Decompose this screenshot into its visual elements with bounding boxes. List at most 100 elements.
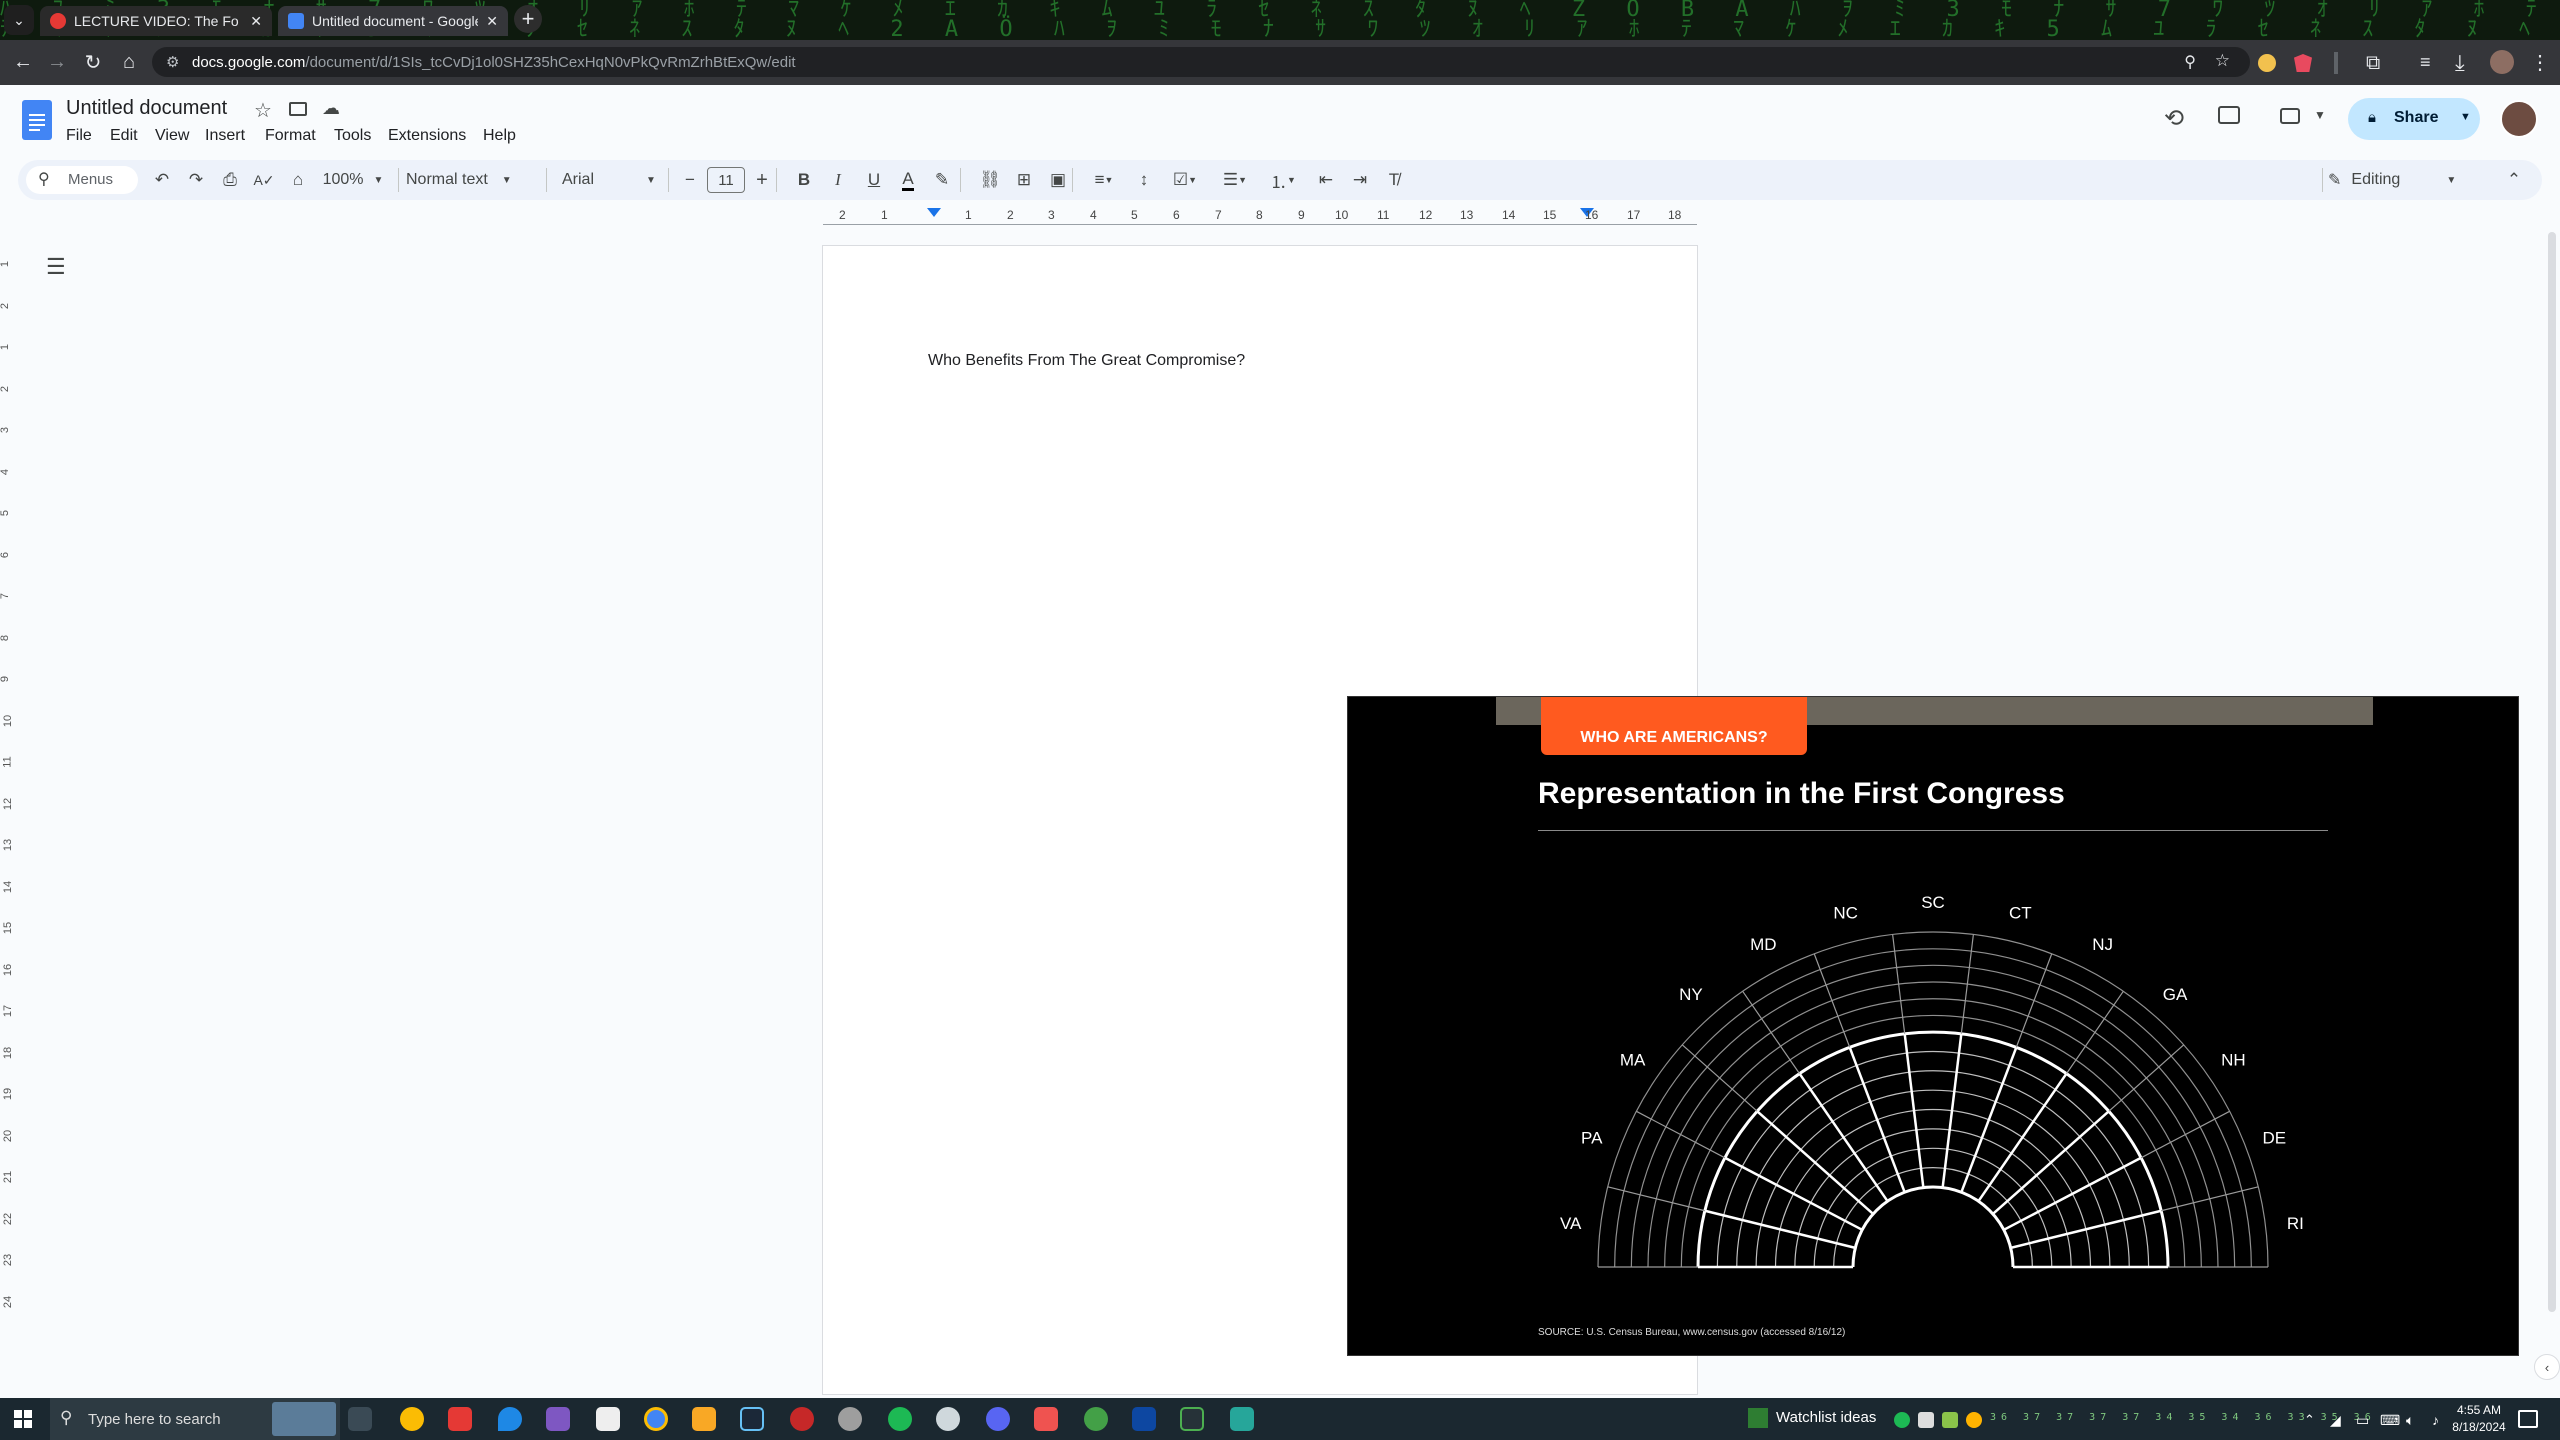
- steam-icon[interactable]: [740, 1407, 764, 1431]
- menu-edit[interactable]: Edit: [110, 127, 138, 145]
- tray-overflow-chevron-icon[interactable]: ⌃: [2304, 1412, 2315, 1428]
- app-bird-icon[interactable]: [546, 1407, 570, 1431]
- italic-icon[interactable]: I: [822, 160, 854, 200]
- app-terminal-icon[interactable]: [1180, 1407, 1204, 1431]
- app-fox-icon[interactable]: [596, 1407, 620, 1431]
- bookmark-star-icon[interactable]: ☆: [2215, 51, 2230, 71]
- menu-insert[interactable]: Insert: [205, 127, 245, 145]
- font-family-select[interactable]: Arial ▼: [562, 160, 672, 200]
- menu-format[interactable]: Format: [265, 127, 316, 145]
- comments-icon[interactable]: [2218, 106, 2240, 124]
- tray-app-icon[interactable]: [1918, 1412, 1934, 1428]
- underline-icon[interactable]: U: [858, 160, 890, 200]
- move-folder-icon[interactable]: [289, 102, 307, 116]
- stock-chart-icon[interactable]: [1748, 1408, 1768, 1428]
- chrome-active-icon[interactable]: [644, 1407, 668, 1431]
- version-history-icon[interactable]: ⟲: [2164, 104, 2184, 133]
- print-icon[interactable]: ⎙: [214, 160, 246, 200]
- task-view-icon[interactable]: [348, 1407, 372, 1431]
- browser-menu-icon[interactable]: ⋮: [2530, 50, 2550, 75]
- menu-help[interactable]: Help: [483, 127, 516, 145]
- paint-format-icon[interactable]: ⌂: [282, 160, 314, 200]
- share-dropdown-icon[interactable]: ▼: [2460, 111, 2471, 123]
- windows-start-icon[interactable]: [14, 1410, 32, 1428]
- tray-app-icon[interactable]: [1942, 1412, 1958, 1428]
- watchlist-label[interactable]: Watchlist ideas: [1776, 1409, 1876, 1426]
- close-tab-icon[interactable]: ✕: [486, 13, 498, 30]
- home-icon[interactable]: ⌂: [114, 47, 144, 77]
- tray-wifi-icon[interactable]: ◢: [2330, 1412, 2341, 1429]
- app-fan-icon[interactable]: [838, 1407, 862, 1431]
- google-docs-logo-icon[interactable]: [22, 100, 52, 140]
- zoom-magnifier-icon[interactable]: ⚲: [2184, 52, 2196, 72]
- text-color-icon[interactable]: A: [892, 160, 924, 200]
- tab-lecture-video[interactable]: LECTURE VIDEO: The Fo ✕: [40, 6, 272, 36]
- spellcheck-icon[interactable]: A✓: [248, 160, 280, 200]
- emoji-extension-icon[interactable]: [2258, 54, 2276, 72]
- decrease-indent-icon[interactable]: ⇤: [1310, 160, 1342, 200]
- spotify-icon[interactable]: [888, 1407, 912, 1431]
- side-panel-expand-icon[interactable]: ‹: [2534, 1354, 2560, 1380]
- decrease-font-size-icon[interactable]: −: [676, 160, 704, 200]
- app-drop-icon[interactable]: [498, 1407, 522, 1431]
- settings-gear-icon[interactable]: [936, 1407, 960, 1431]
- increase-font-size-icon[interactable]: +: [748, 160, 776, 200]
- app-chatgpt-icon[interactable]: [1230, 1407, 1254, 1431]
- star-icon[interactable]: ☆: [254, 98, 272, 123]
- align-left-icon[interactable]: ≡ ▼: [1082, 160, 1126, 200]
- address-bar[interactable]: ⚙ docs.google.com/document/d/1SIs_tcCvDj…: [152, 47, 2250, 77]
- document-title[interactable]: Untitled document: [66, 97, 227, 120]
- site-info-icon[interactable]: ⚙: [166, 53, 179, 71]
- font-size-input[interactable]: 11: [706, 160, 746, 200]
- menus-search[interactable]: ⚲ Menus: [22, 160, 140, 200]
- tray-speaker-icon[interactable]: ♪: [2432, 1412, 2439, 1428]
- profile-avatar[interactable]: [2490, 50, 2514, 74]
- insert-link-icon[interactable]: ⛓: [974, 160, 1006, 200]
- tab-search-chevron-icon[interactable]: ⌄: [4, 5, 34, 35]
- taskbar-clock[interactable]: 4:55 AM 8/18/2024: [2450, 1402, 2508, 1436]
- tray-volume-icon[interactable]: 🔈︎: [2406, 1412, 2414, 1429]
- clear-formatting-icon[interactable]: T̸: [1378, 160, 1410, 200]
- download-icon[interactable]: ⤓: [2455, 50, 2465, 76]
- menu-file[interactable]: File: [66, 127, 92, 145]
- file-explorer-icon[interactable]: [692, 1407, 716, 1431]
- tray-app-icon[interactable]: [1966, 1412, 1982, 1428]
- vertical-scrollbar[interactable]: [2548, 232, 2556, 1312]
- line-spacing-icon[interactable]: ↕: [1128, 160, 1160, 200]
- taskbar-search-input[interactable]: ⚲ Type here to search: [50, 1398, 340, 1440]
- increase-indent-icon[interactable]: ⇥: [1344, 160, 1376, 200]
- insert-image-icon[interactable]: ▣: [1042, 160, 1074, 200]
- add-comment-icon[interactable]: ⊞: [1008, 160, 1040, 200]
- bulleted-list-icon[interactable]: ☰ ▼: [1212, 160, 1258, 200]
- tab-untitled-document[interactable]: Untitled document - Google Do ✕: [278, 6, 508, 36]
- reload-icon[interactable]: ↻: [78, 47, 108, 77]
- share-button[interactable]: 🔒︎ Share ▼: [2348, 98, 2480, 140]
- left-indent-marker[interactable]: [927, 208, 941, 217]
- discord-icon[interactable]: [986, 1407, 1010, 1431]
- menu-tools[interactable]: Tools: [334, 127, 371, 145]
- document-body-text[interactable]: Who Benefits From The Great Compromise?: [928, 352, 1245, 370]
- extensions-puzzle-icon[interactable]: ⧉: [2366, 52, 2380, 75]
- tray-battery-icon[interactable]: ▭: [2356, 1412, 2369, 1429]
- app-apple-icon[interactable]: [790, 1407, 814, 1431]
- zoom-select[interactable]: 100% ▼: [318, 160, 388, 200]
- account-avatar[interactable]: [2500, 100, 2538, 138]
- vertical-ruler[interactable]: 1 2 1 2 3 4 5 6 7 8 9 10 11 12 13 14 15 16 17 18 19 20 21 22 23 2…: [0, 244, 16, 1394]
- chrome-icon[interactable]: [400, 1407, 424, 1431]
- tray-spotify-icon[interactable]: [1894, 1412, 1910, 1428]
- media-controls-icon[interactable]: ≡: [2420, 52, 2431, 73]
- checklist-icon[interactable]: ☑ ▼: [1162, 160, 1208, 200]
- undo-icon[interactable]: ↶: [146, 160, 178, 200]
- document-outline-icon[interactable]: ☰: [46, 254, 66, 280]
- cloud-saved-icon[interactable]: ☁: [322, 98, 340, 119]
- bold-icon[interactable]: B: [788, 160, 820, 200]
- back-arrow-icon[interactable]: ←: [8, 47, 38, 77]
- redo-icon[interactable]: ↷: [180, 160, 212, 200]
- notifications-icon[interactable]: [2518, 1410, 2538, 1428]
- app-monitor-icon[interactable]: [1132, 1407, 1156, 1431]
- numbered-list-icon[interactable]: ⒈ ▼: [1260, 160, 1306, 200]
- menu-view[interactable]: View: [155, 127, 189, 145]
- highlight-color-icon[interactable]: ✎: [926, 160, 958, 200]
- forward-arrow-icon[interactable]: →: [42, 47, 72, 77]
- meet-camera-icon[interactable]: [2280, 108, 2300, 124]
